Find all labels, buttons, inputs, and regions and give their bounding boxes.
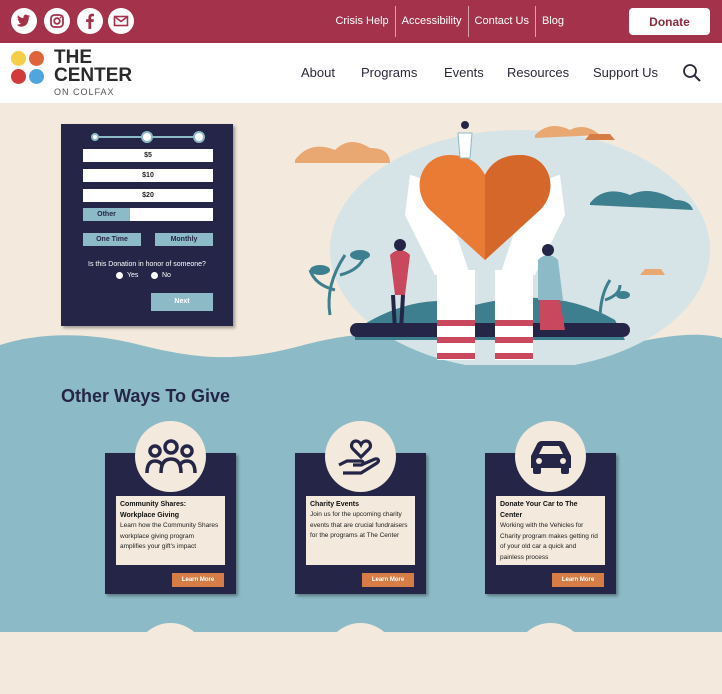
other-amount-field[interactable]: Other [83, 208, 213, 221]
top-bar: Crisis Help Accessibility Contact Us Blo… [0, 0, 722, 43]
next-card-icon-circle [135, 623, 206, 694]
learn-more-button[interactable]: Learn More [172, 573, 224, 587]
nav-item-support-us[interactable]: Support Us [593, 65, 658, 80]
blog-link[interactable]: Blog [534, 6, 570, 37]
logo-dot-blue [29, 69, 44, 84]
search-icon[interactable] [682, 63, 702, 83]
card-description: Join us for the upcoming charity events … [310, 511, 408, 539]
logo-text-center: CENTER [54, 65, 133, 86]
twitter-icon[interactable] [11, 8, 37, 34]
learn-more-button[interactable]: Learn More [552, 573, 604, 587]
honor-no-label: No [162, 272, 171, 279]
card-title: Community Shares: Workplace Giving [120, 501, 187, 519]
honor-yes-radio[interactable] [116, 272, 123, 279]
honor-question: Is this Donation in honor of someone? [88, 261, 206, 268]
utility-links: Crisis Help Accessibility Contact Us Blo… [329, 6, 570, 37]
slider-stop[interactable] [193, 131, 205, 143]
amount-option-10[interactable]: $10 [83, 169, 213, 182]
card-content: Charity Events Join us for the upcoming … [306, 496, 415, 565]
donate-button[interactable]: Donate [629, 8, 710, 35]
learn-more-button[interactable]: Learn More [362, 573, 414, 587]
crisis-help-link[interactable]: Crisis Help [329, 6, 394, 37]
heart-hand-icon [325, 421, 396, 492]
honor-no-radio[interactable] [151, 272, 158, 279]
card-description: Learn how the Community Shares workplace… [120, 522, 219, 550]
logo-dot-red [11, 69, 26, 84]
facebook-icon[interactable] [77, 8, 103, 34]
nav-item-events[interactable]: Events [444, 65, 484, 80]
next-button[interactable]: Next [151, 293, 213, 311]
logo-dot-yellow [11, 51, 26, 66]
amount-option-5[interactable]: $5 [83, 149, 213, 162]
giving-card: Donate Your Car to The Center Working wi… [485, 421, 616, 594]
nav-item-resources[interactable]: Resources [507, 65, 569, 80]
nav-item-programs[interactable]: Programs [361, 65, 417, 80]
next-card-icon-circle [325, 623, 396, 694]
logo-text-on-colfax: ON COLFAX [54, 87, 115, 97]
logo[interactable]: THE CENTER ON COLFAX [9, 48, 134, 100]
giving-card: Community Shares: Workplace Giving Learn… [105, 421, 236, 594]
accessibility-link[interactable]: Accessibility [394, 6, 468, 37]
main-nav: THE CENTER ON COLFAX About Programs Even… [0, 43, 722, 103]
one-time-button[interactable]: One Time [83, 233, 141, 246]
monthly-button[interactable]: Monthly [155, 233, 213, 246]
mail-icon[interactable] [108, 8, 134, 34]
card-title: Donate Your Car to The Center [500, 501, 578, 519]
other-amount-label: Other [83, 208, 130, 221]
instagram-icon[interactable] [44, 8, 70, 34]
next-card-icon-circle [515, 623, 586, 694]
giving-card: Charity Events Join us for the upcoming … [295, 421, 426, 594]
hero-illustration [295, 121, 710, 365]
donation-form: $5 $10 $20 Other One Time Monthly Is thi… [61, 124, 233, 326]
car-icon [515, 421, 586, 492]
slider-knob[interactable] [141, 131, 153, 143]
section-title: Other Ways To Give [61, 386, 231, 406]
people-group-icon [135, 421, 206, 492]
contact-us-link[interactable]: Contact Us [467, 6, 535, 37]
honor-yes-label: Yes [127, 272, 139, 279]
card-content: Donate Your Car to The Center Working wi… [496, 496, 605, 565]
card-description: Working with the Vehicles for Charity pr… [500, 522, 598, 561]
amount-option-20[interactable]: $20 [83, 189, 213, 202]
card-title: Charity Events [310, 501, 360, 508]
slider-stop[interactable] [91, 133, 99, 141]
logo-dot-orange [29, 51, 44, 66]
nav-item-about[interactable]: About [301, 65, 335, 80]
card-content: Community Shares: Workplace Giving Learn… [116, 496, 225, 565]
